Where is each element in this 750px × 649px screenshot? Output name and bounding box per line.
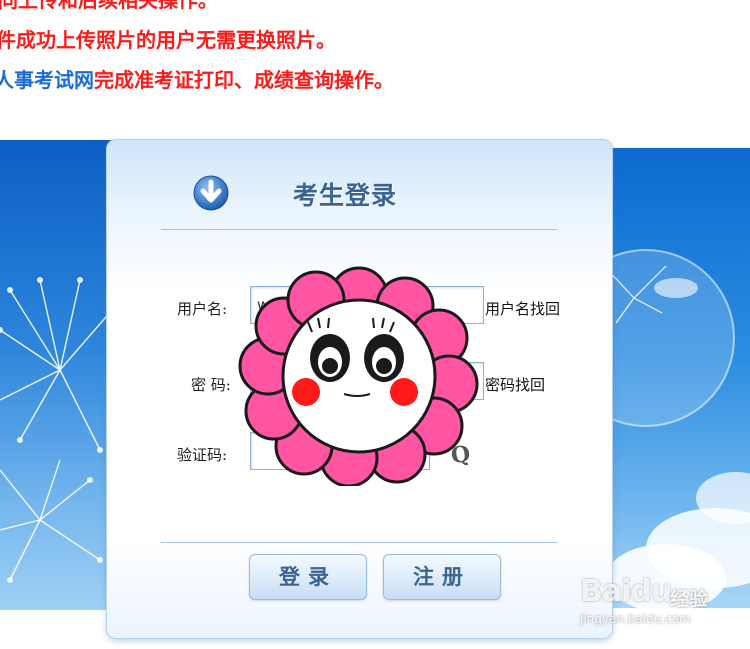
register-button[interactable]: 注册 — [383, 554, 501, 600]
notice-line-1: 同上传和后续相关操作。 — [0, 0, 218, 12]
captcha-label: 验证码: — [177, 446, 228, 464]
download-arrow-icon — [193, 175, 229, 211]
recover-password-link[interactable]: 密码找回 — [485, 374, 545, 395]
notice-line-2: 件成功上传照片的用户无需更换照片。 — [0, 28, 336, 52]
baidu-jingyan-watermark: Baidu 经验 jingyan.baidu.com — [574, 564, 750, 649]
dandelion-background-left — [0, 140, 112, 610]
login-title: 考生登录 — [293, 181, 398, 210]
watermark-product: 经验 — [670, 588, 709, 610]
username-label: 用户名: — [177, 300, 228, 318]
exam-site-link[interactable]: 人事考试网 — [0, 68, 94, 92]
title-divider — [161, 229, 557, 230]
buttons-divider — [161, 542, 557, 543]
watermark-url: jingyan.baidu.com — [580, 612, 691, 626]
login-button[interactable]: 登录 — [249, 554, 367, 600]
flower-sticker — [238, 266, 479, 486]
bubble-background-right — [606, 148, 750, 608]
recover-username-link[interactable]: 用户名找回 — [485, 298, 560, 319]
watermark-logo: Baidu — [580, 574, 672, 609]
password-label: 密 码: — [191, 376, 231, 394]
notice-line-3: 人事考试网完成准考证打印、成绩查询操作。 — [0, 68, 394, 92]
notice-line-3-text: 完成准考证打印、成绩查询操作。 — [94, 68, 394, 92]
